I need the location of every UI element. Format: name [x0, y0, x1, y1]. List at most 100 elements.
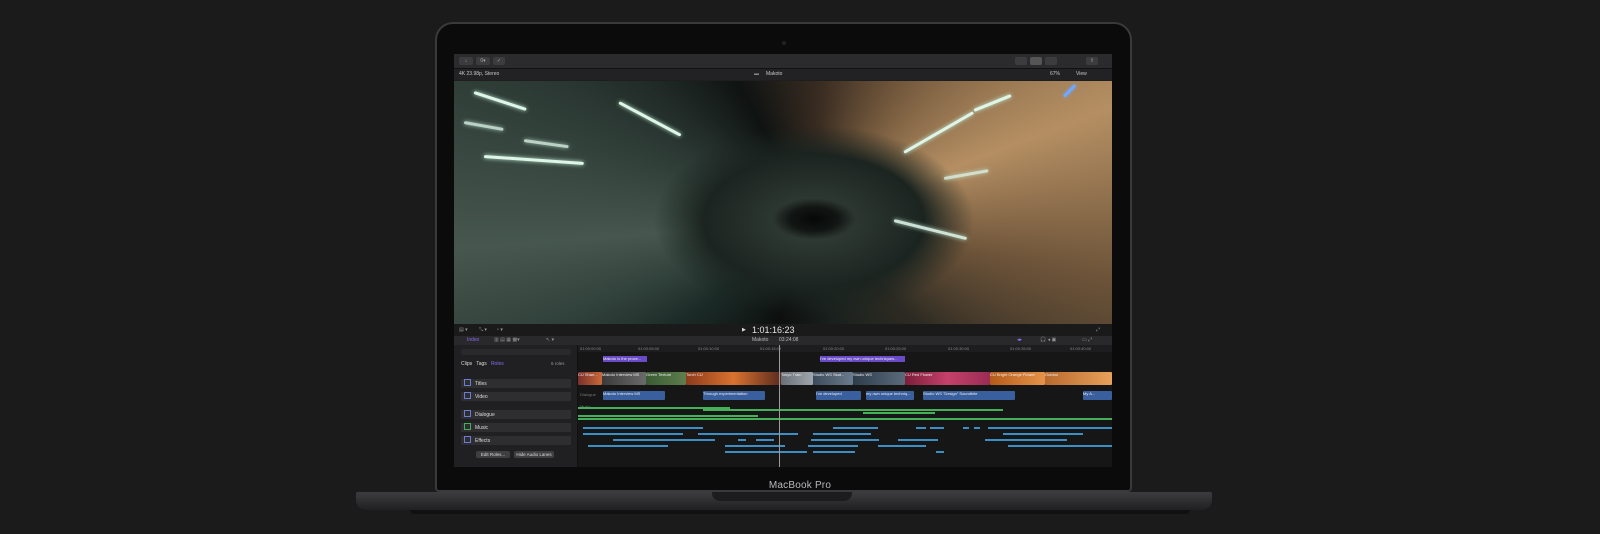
effects-clip[interactable]	[583, 427, 703, 429]
device-name: MacBook Pro	[768, 480, 832, 491]
effects-clip[interactable]	[583, 433, 683, 435]
video-clip[interactable]: Studio WS Skat...	[813, 372, 853, 385]
zoom-select[interactable]: 67%	[1050, 69, 1060, 80]
checkbox-icon[interactable]	[464, 379, 471, 386]
project-title: Makoto	[766, 71, 783, 77]
keyword-button[interactable]: 0▾	[476, 57, 490, 65]
effects-clip[interactable]	[756, 439, 774, 441]
hide-audio-lanes-button[interactable]: Hide Audio Lanes	[514, 451, 554, 458]
edit-roles-button[interactable]: Edit Roles...	[476, 451, 510, 458]
screen: ↓ 0▾ ✓ ⇪ 4K 23.98p, Stereo ▬ Makoto 67% …	[454, 54, 1112, 467]
music-clip[interactable]	[863, 412, 935, 414]
viewer-info-bar: 4K 23.98p, Stereo ▬ Makoto 67% View	[454, 69, 1112, 80]
effects-clip[interactable]	[698, 433, 798, 435]
effects-clip[interactable]	[725, 451, 807, 453]
library-layout-button[interactable]	[1015, 57, 1027, 65]
effects-clip[interactable]	[813, 451, 855, 453]
light-streak	[1062, 84, 1077, 98]
light-streak	[463, 121, 504, 131]
browser-layout-button[interactable]	[1030, 57, 1042, 65]
effects-clip[interactable]	[725, 445, 785, 447]
role-effects[interactable]: Effects	[461, 436, 571, 445]
audio-clip[interactable]: my own unique techniq...	[866, 391, 914, 400]
effects-clip[interactable]	[738, 439, 746, 441]
video-clip[interactable]: Tokyo Train	[781, 372, 813, 385]
role-titles[interactable]: Titles	[461, 379, 571, 388]
role-music[interactable]: Music	[461, 423, 571, 432]
inspector-layout-button[interactable]	[1045, 57, 1057, 65]
effects-clip[interactable]	[988, 427, 1112, 429]
laptop-shadow	[410, 510, 1190, 514]
effects-clip[interactable]	[974, 427, 980, 429]
play-icon[interactable]: ▶	[742, 324, 746, 336]
transform-button[interactable]: ⤡ ▾	[479, 324, 487, 336]
tab-roles[interactable]: Roles	[491, 361, 504, 367]
checkbox-icon[interactable]	[464, 410, 471, 417]
effects-clip[interactable]	[898, 439, 938, 441]
clip-appearance-icon[interactable]: ▭ ⤢	[1082, 336, 1092, 345]
video-clip[interactable]: CU Red Flower	[905, 372, 990, 385]
timeline-toolbar: Index ▥ ▤ ▦ ▩▾ ↖ ▾ Makoto 03:24:08 ◂▸ 🎧 …	[454, 336, 1112, 345]
effects-clip[interactable]	[985, 439, 1067, 441]
title-clip[interactable]: Makoto is the proce...	[603, 356, 647, 362]
share-button[interactable]: ⇪	[1086, 57, 1098, 65]
role-dialogue[interactable]: Dialogue	[461, 410, 571, 419]
title-clip[interactable]: I've developed my own unique techniques.…	[820, 356, 905, 362]
light-streak	[973, 94, 1012, 112]
timeline-project-name: Makoto	[752, 337, 769, 343]
audio-clip[interactable]: Studio WS "Design" Soundbite	[923, 391, 1015, 400]
timeline-ruler: 01:00:00:00 01:00:05:00 01:00:10:00 01:0…	[578, 345, 1112, 352]
index-button[interactable]: Index	[467, 336, 479, 345]
video-clip[interactable]: Outdoo	[1045, 372, 1112, 385]
light-streak	[943, 169, 989, 180]
edit-buttons[interactable]: ▥ ▤ ▦ ▩▾	[494, 336, 520, 345]
view-options-button[interactable]: ▤ ▾	[459, 324, 468, 336]
effects-clip[interactable]	[811, 439, 879, 441]
effects-clip[interactable]	[833, 427, 878, 429]
audio-clip[interactable]: Makoto Interview MS	[603, 391, 665, 400]
music-clip[interactable]	[578, 415, 758, 417]
effects-clip[interactable]	[916, 427, 926, 429]
speed-button[interactable]: ◔ ▾	[496, 324, 503, 336]
video-clip[interactable]: Studio WS	[853, 372, 905, 385]
video-clip[interactable]: CU Shan...	[578, 372, 602, 385]
video-clip[interactable]: Makoto Interview MS	[602, 372, 646, 385]
tab-tags[interactable]: Tags	[476, 361, 487, 367]
video-clip[interactable]: Torch CU	[686, 372, 781, 385]
audio-clip[interactable]: I've developed	[816, 391, 861, 400]
music-clip[interactable]	[578, 418, 1112, 420]
audio-clip[interactable]: Through experimentation	[703, 391, 765, 400]
background-tasks-button[interactable]: ✓	[493, 57, 505, 65]
effects-clip[interactable]	[878, 445, 926, 447]
effects-clip[interactable]	[588, 445, 668, 447]
timecode-display: 1:01:16:23	[752, 325, 795, 335]
checkbox-icon[interactable]	[464, 436, 471, 443]
index-search-input[interactable]	[461, 349, 571, 355]
effects-clip[interactable]	[1003, 433, 1083, 435]
role-video[interactable]: Video	[461, 392, 571, 401]
view-menu[interactable]: View	[1076, 69, 1087, 80]
playhead[interactable]	[779, 345, 780, 467]
import-button[interactable]: ↓	[459, 57, 473, 65]
timeline[interactable]: 01:00:00:00 01:00:05:00 01:00:10:00 01:0…	[578, 345, 1112, 467]
audio-icons[interactable]: 🎧 ◂ ▣	[1040, 336, 1056, 345]
video-clip[interactable]: CU Bright Orange Flower	[990, 372, 1045, 385]
effects-clip[interactable]	[1008, 445, 1112, 447]
viewer-controls: ▤ ▾ ⤡ ▾ ◔ ▾ ▶ 1:01:16:23 ⤢	[454, 324, 1112, 336]
effects-clip[interactable]	[930, 427, 944, 429]
fullscreen-icon[interactable]: ⤢	[1096, 324, 1100, 336]
select-tool-button[interactable]: ↖ ▾	[546, 336, 554, 345]
checkbox-icon[interactable]	[464, 392, 471, 399]
tab-clips[interactable]: Clips	[461, 361, 472, 367]
video-viewer[interactable]	[454, 81, 1112, 324]
video-clip[interactable]: Green Texture	[646, 372, 686, 385]
effects-clip[interactable]	[813, 433, 871, 435]
effects-clip[interactable]	[936, 451, 944, 453]
effects-clip[interactable]	[613, 439, 715, 441]
audio-clip[interactable]: My A...	[1083, 391, 1112, 400]
skimming-icon[interactable]: ◂▸	[1017, 336, 1022, 345]
effects-clip[interactable]	[963, 427, 969, 429]
effects-clip[interactable]	[808, 445, 858, 447]
music-clip[interactable]	[703, 409, 1003, 411]
checkbox-icon[interactable]	[464, 423, 471, 430]
